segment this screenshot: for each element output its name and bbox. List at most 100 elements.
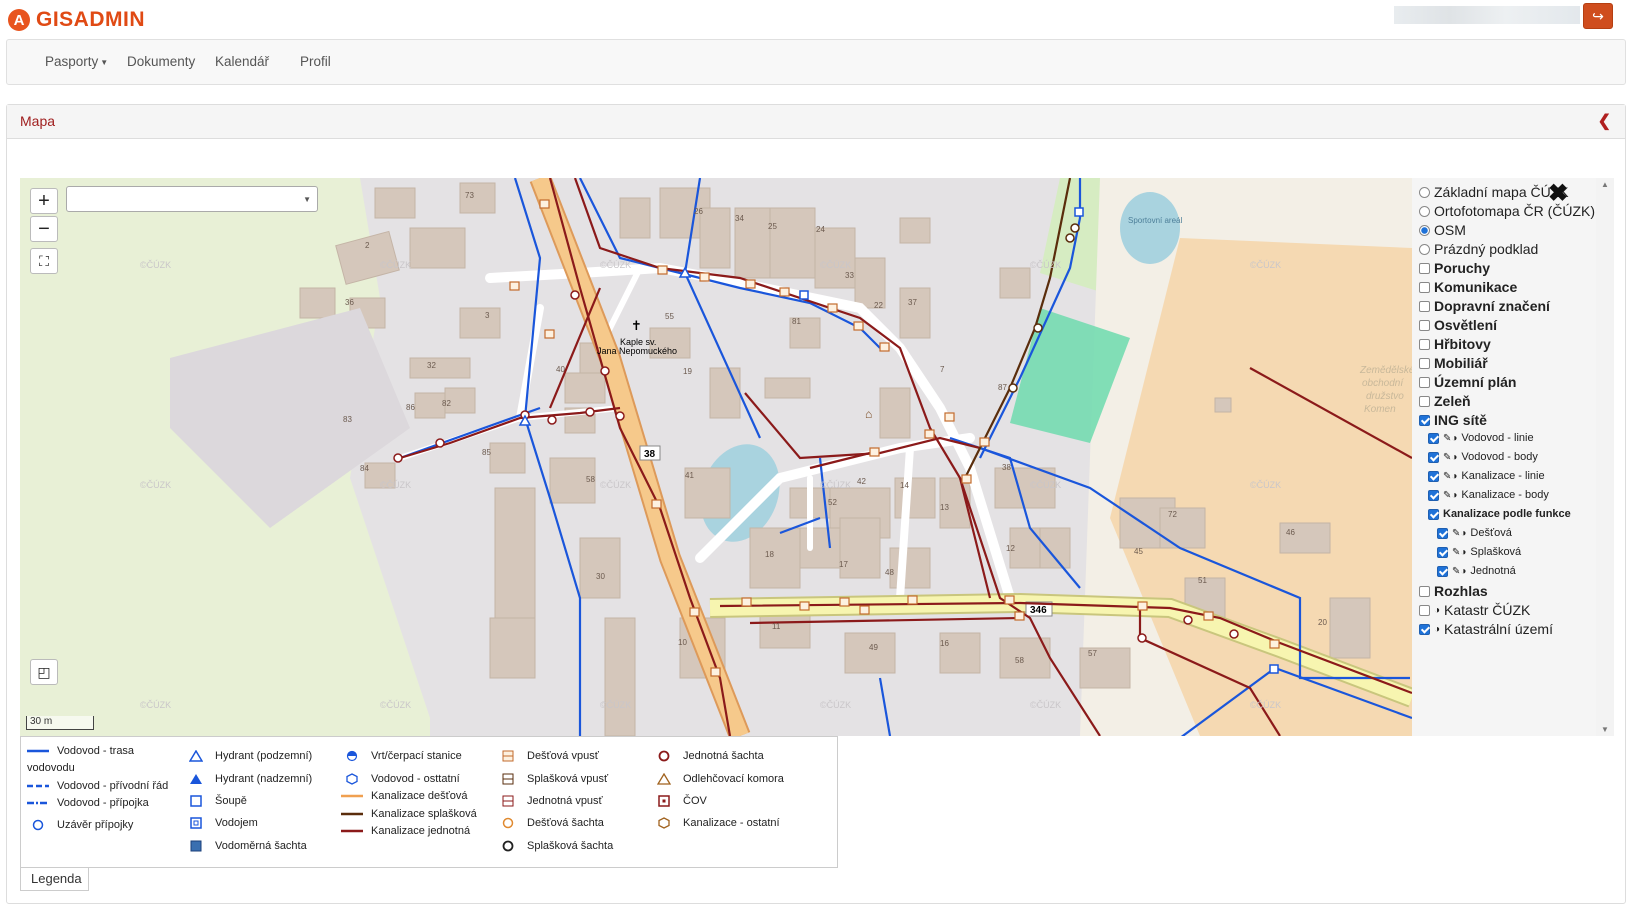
watermark: ©ČÚZK	[1250, 480, 1281, 490]
layer-uzemni-plan[interactable]: Územní plán	[1419, 374, 1516, 390]
layer-kanalizace-funkce[interactable]: Kanalizace podle funkce	[1428, 508, 1571, 520]
layer-label: Katastr ČÚZK	[1444, 602, 1531, 618]
layer-rozhlas[interactable]: Rozhlas	[1419, 583, 1488, 599]
layer-base-orto[interactable]: Ortofotomapa ČR (ČÚZK)	[1419, 203, 1595, 219]
layer-label: Hřbitovy	[1434, 336, 1491, 352]
checkbox[interactable]	[1428, 451, 1439, 463]
layer-katastralni-uzemi[interactable]: ◑ Katastrální území	[1419, 621, 1553, 637]
overview-map-button[interactable]: ◰	[30, 659, 58, 685]
style-icon[interactable]: ✎◑	[1443, 433, 1457, 444]
layer-splaskova[interactable]: ✎◑ Splašková	[1437, 546, 1521, 558]
legend-label: vodovodu	[27, 762, 75, 774]
layer-label: Komunikace	[1434, 279, 1518, 295]
layer-dopravni[interactable]: Dopravní značení	[1419, 298, 1550, 314]
house-number: 11	[772, 622, 781, 631]
checkbox[interactable]	[1419, 262, 1430, 274]
opacity-icon[interactable]: ◑	[1434, 605, 1440, 616]
logout-button[interactable]: ↪	[1583, 3, 1613, 29]
checkbox[interactable]	[1419, 281, 1430, 293]
checkbox[interactable]	[1419, 357, 1430, 369]
style-icon[interactable]: ✎◑	[1443, 490, 1457, 501]
house-number: 12	[1006, 544, 1015, 553]
checkbox[interactable]	[1428, 470, 1439, 482]
scroll-down-icon[interactable]: ▼	[1601, 725, 1609, 734]
layer-hrbitovy[interactable]: Hřbitovy	[1419, 336, 1491, 352]
layer-label: Mobiliář	[1434, 355, 1488, 371]
style-icon[interactable]: ✎◑	[1452, 547, 1466, 558]
layer-ing-site[interactable]: ING sítě	[1419, 412, 1487, 428]
style-icon[interactable]: ✎◑	[1452, 566, 1466, 577]
layer-osvetleni[interactable]: Osvětlení	[1419, 317, 1497, 333]
checkbox[interactable]	[1419, 585, 1430, 597]
watermark: ©ČÚZK	[140, 260, 171, 270]
layer-jednotna[interactable]: ✎◑ Jednotná	[1437, 565, 1516, 577]
checkbox[interactable]	[1419, 319, 1430, 331]
house-number: 83	[343, 415, 352, 424]
layer-scrollbar[interactable]: ▲ ▼	[1596, 178, 1614, 736]
checkbox[interactable]	[1428, 432, 1439, 444]
radio-button[interactable]	[1419, 224, 1430, 236]
layer-mobiliar[interactable]: Mobiliář	[1419, 355, 1488, 371]
layer-komunikace[interactable]: Komunikace	[1419, 279, 1517, 295]
house-number: 24	[816, 225, 825, 234]
watermark: ©ČÚZK	[600, 700, 631, 710]
layer-kanalizace-linie[interactable]: ✎◑ Kanalizace - linie	[1428, 470, 1545, 482]
zoom-out-button[interactable]: −	[30, 216, 58, 242]
layer-vodovod-linie[interactable]: ✎◑ Vodovod - linie	[1428, 432, 1534, 444]
layer-base-empty[interactable]: Prázdný podklad	[1419, 241, 1538, 257]
app-logo[interactable]: A GISADMIN	[8, 8, 145, 32]
checkbox[interactable]	[1437, 565, 1448, 577]
circle-darkred-icon	[653, 750, 675, 762]
layer-base-zakladni[interactable]: Základní mapa ČÚZK	[1419, 184, 1569, 200]
nav-pasporty[interactable]: Pasporty ▼	[45, 54, 108, 69]
style-icon[interactable]: ✎◑	[1452, 528, 1466, 539]
layer-poruchy[interactable]: Poruchy	[1419, 260, 1490, 276]
checkbox[interactable]	[1419, 338, 1430, 350]
collapse-chevron-icon[interactable]: ❮	[1598, 111, 1611, 131]
checkbox[interactable]	[1437, 527, 1448, 539]
house-number: 19	[683, 367, 692, 376]
zoom-in-button[interactable]: +	[30, 188, 58, 214]
checkbox[interactable]	[1419, 604, 1430, 616]
legend-tab[interactable]: Legenda	[20, 868, 89, 891]
scroll-up-icon[interactable]: ▲	[1601, 180, 1609, 189]
opacity-icon[interactable]: ◑	[1434, 624, 1440, 635]
line-brown-icon	[341, 808, 363, 820]
legend-item: Dešťová šachta	[497, 817, 604, 829]
map-canvas[interactable]: Sportovní areál 38 346 73 2 36 3 32 86 8…	[20, 178, 1412, 736]
search-select[interactable]: ▼	[66, 186, 318, 212]
layer-base-osm[interactable]: OSM	[1419, 222, 1466, 238]
watermark: ©ČÚZK	[380, 480, 411, 490]
layer-label: Ortofotomapa ČR (ČÚZK)	[1434, 203, 1596, 219]
radio-button[interactable]	[1419, 205, 1430, 217]
checkbox[interactable]	[1419, 623, 1430, 635]
watermark: ©ČÚZK	[140, 700, 171, 710]
radio-button[interactable]	[1419, 243, 1430, 255]
layer-label: OSM	[1434, 222, 1466, 238]
nav-kalendar[interactable]: Kalendář	[215, 54, 269, 69]
checkbox[interactable]	[1419, 376, 1430, 388]
layer-vodovod-body[interactable]: ✎◑ Vodovod - body	[1428, 451, 1538, 463]
layer-zelen[interactable]: Zeleň	[1419, 393, 1471, 409]
house-number: 16	[940, 639, 949, 648]
checkbox[interactable]	[1419, 300, 1430, 312]
nav-profil[interactable]: Profil	[300, 54, 331, 69]
layer-kanalizace-body[interactable]: ✎◑ Kanalizace - body	[1428, 489, 1549, 501]
nav-dokumenty[interactable]: Dokumenty	[127, 54, 195, 69]
style-icon[interactable]: ✎◑	[1443, 471, 1457, 482]
fullscreen-button[interactable]: ⛶	[30, 248, 58, 274]
legend-label: Vodovod - trasa	[57, 745, 135, 757]
checkbox[interactable]	[1437, 546, 1448, 558]
legend-label: Kanalizace dešťová	[371, 790, 468, 802]
style-icon[interactable]: ✎◑	[1443, 452, 1457, 463]
close-icon[interactable]: ✖	[1548, 182, 1568, 206]
checkbox[interactable]	[1428, 489, 1439, 501]
layer-katastr[interactable]: ◑ Katastr ČÚZK	[1419, 602, 1530, 618]
checkbox[interactable]	[1419, 395, 1430, 407]
house-number: 20	[1318, 618, 1327, 627]
house-number: 3	[485, 311, 490, 320]
layer-destova[interactable]: ✎◑ Dešťová	[1437, 527, 1512, 539]
radio-button[interactable]	[1419, 186, 1430, 198]
checkbox[interactable]	[1419, 414, 1430, 426]
checkbox[interactable]	[1428, 508, 1439, 520]
